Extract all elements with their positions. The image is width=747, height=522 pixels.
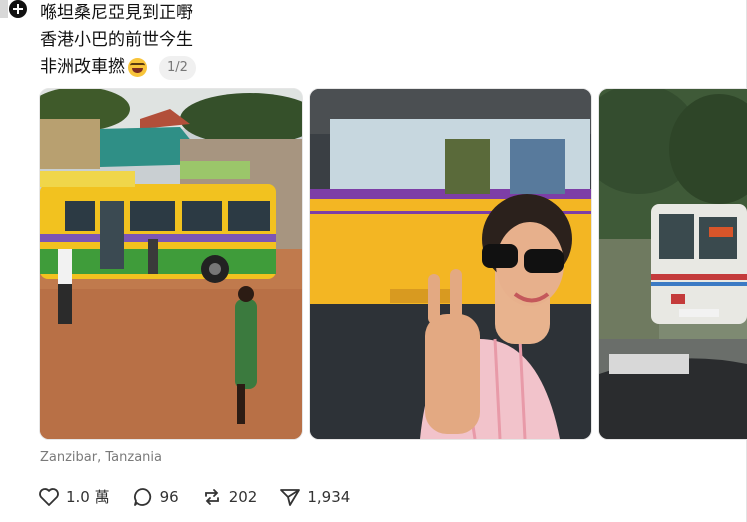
share-button[interactable]: 1,934 bbox=[279, 487, 350, 507]
laughing-emoji-icon bbox=[128, 58, 147, 77]
photo-woman-in-car[interactable] bbox=[309, 88, 592, 440]
comment-button[interactable]: 96 bbox=[132, 487, 179, 507]
share-icon bbox=[280, 488, 301, 506]
comment-count: 96 bbox=[159, 487, 179, 506]
like-count: 1.0 萬 bbox=[66, 488, 110, 506]
left-edge-mark bbox=[0, 0, 8, 18]
heart-icon bbox=[39, 487, 59, 506]
photo-white-minibus[interactable] bbox=[598, 88, 747, 440]
plus-icon[interactable] bbox=[9, 0, 27, 18]
image-pager: 1/2 bbox=[159, 55, 196, 80]
post-line-2: 香港小巴的前世今生 bbox=[40, 30, 193, 50]
like-button[interactable]: 1.0 萬 bbox=[38, 486, 110, 507]
repost-button[interactable]: 202 bbox=[201, 487, 258, 507]
action-bar: 1.0 萬 96 202 1,934 bbox=[38, 486, 372, 507]
comment-icon bbox=[133, 487, 151, 506]
repost-count: 202 bbox=[228, 487, 258, 506]
post-line-1: 喺坦桑尼亞見到正嘢 bbox=[40, 3, 193, 23]
photo-bus[interactable] bbox=[39, 88, 303, 440]
share-count: 1,934 bbox=[307, 487, 351, 506]
post-line-3: 非洲改車撚 bbox=[40, 57, 125, 77]
post-line-3-row: 非洲改車撚 1/2 bbox=[40, 54, 196, 81]
post-location[interactable]: Zanzibar, Tanzania bbox=[40, 450, 162, 465]
post-text: 喺坦桑尼亞見到正嘢 香港小巴的前世今生 非洲改車撚 1/2 bbox=[40, 0, 196, 81]
repost-icon bbox=[204, 488, 219, 505]
